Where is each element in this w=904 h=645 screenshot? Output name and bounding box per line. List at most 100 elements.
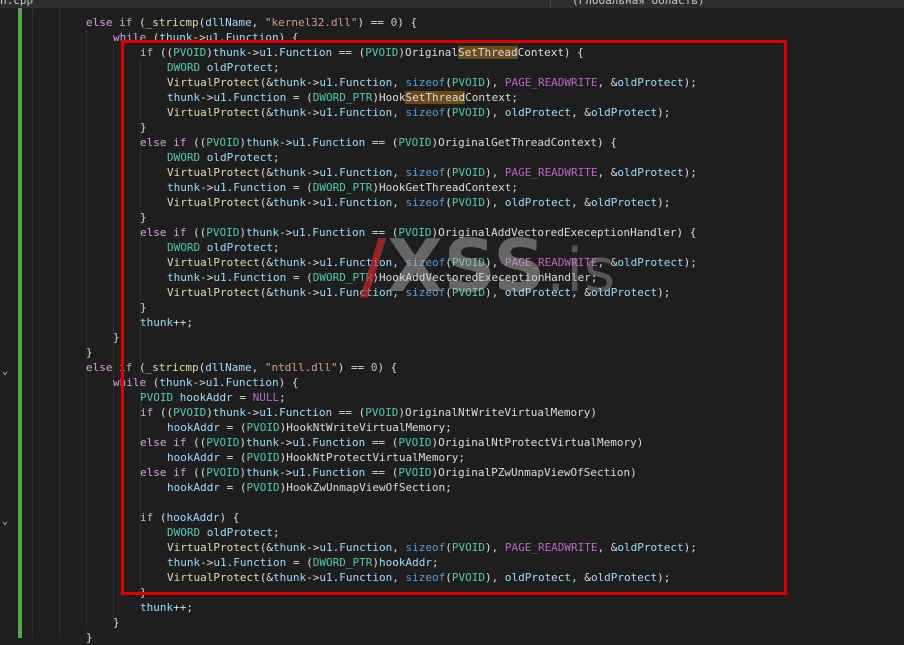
code-line[interactable]: thunk++; xyxy=(140,315,193,330)
code-line[interactable]: VirtualProtect(&thunk->u1.Function, size… xyxy=(167,255,697,270)
code-token: dllName xyxy=(205,16,252,29)
code-line[interactable]: else if ((PVOID)thunk->u1.Function == (P… xyxy=(140,225,696,240)
code-token: , & xyxy=(597,541,618,554)
code-token: , & xyxy=(571,196,591,209)
code-token: VirtualProtect xyxy=(167,256,260,269)
code-token: )HookNtProtectVirtualMemory; xyxy=(279,451,466,464)
code-line[interactable]: VirtualProtect(&thunk->u1.Function, size… xyxy=(167,75,697,90)
code-token: -> xyxy=(246,406,260,419)
code-token: u1 xyxy=(213,271,227,284)
code-token: ), xyxy=(484,256,505,269)
code-line[interactable]: } xyxy=(113,330,120,345)
code-line[interactable]: VirtualProtect(&thunk->u1.Function, size… xyxy=(167,195,670,210)
code-line[interactable]: hookAddr = (PVOID)HookZwUnmapViewOfSecti… xyxy=(167,480,452,495)
code-line[interactable]: } xyxy=(140,120,147,135)
code-token: ), xyxy=(484,106,505,119)
code-line[interactable]: VirtualProtect(&thunk->u1.Function, size… xyxy=(167,165,697,180)
code-line[interactable]: if ((PVOID)thunk->u1.Function == (PVOID)… xyxy=(140,45,584,60)
code-line[interactable]: thunk++; xyxy=(140,600,193,615)
code-editor[interactable]: else if (_stricmp(dllName, "kernel32.dll… xyxy=(0,0,904,644)
code-token: thunk xyxy=(272,106,307,119)
code-token: if xyxy=(140,511,154,524)
code-line[interactable]: } xyxy=(140,210,147,225)
code-token: (( xyxy=(186,466,207,479)
code-token: -> xyxy=(306,286,320,299)
code-token: u1 xyxy=(205,376,219,389)
indent-guide xyxy=(86,30,87,630)
code-line[interactable]: } xyxy=(140,585,147,600)
code-token: Function xyxy=(312,226,366,239)
code-token: PVOID xyxy=(246,481,280,494)
code-token: PVOID xyxy=(451,256,485,269)
code-token: -> xyxy=(200,271,214,284)
code-line[interactable]: VirtualProtect(&thunk->u1.Function, size… xyxy=(167,285,670,300)
code-line[interactable]: if (hookAddr) { xyxy=(140,510,239,525)
code-line[interactable]: VirtualProtect(&thunk->u1.Function, size… xyxy=(167,540,697,555)
code-token: PVOID xyxy=(451,106,485,119)
code-line[interactable]: VirtualProtect(&thunk->u1.Function, size… xyxy=(167,570,670,585)
code-line[interactable]: thunk->u1.Function = (DWORD_PTR)HookAddV… xyxy=(167,270,598,285)
code-token: . xyxy=(219,31,226,44)
code-token: -> xyxy=(200,181,214,194)
code-line[interactable]: } xyxy=(140,300,147,315)
code-line[interactable]: while (thunk->u1.Function) { xyxy=(113,375,298,390)
code-line[interactable]: } xyxy=(113,615,120,630)
code-token: while xyxy=(113,31,147,44)
code-line[interactable]: else if (_stricmp(dllName, "kernel32.dll… xyxy=(86,15,417,30)
code-token: u1 xyxy=(213,91,227,104)
code-token: } xyxy=(140,121,147,134)
code-line[interactable]: else if ((PVOID)thunk->u1.Function == (P… xyxy=(140,135,617,150)
code-token: (& xyxy=(259,286,273,299)
code-line[interactable]: thunk->u1.Function = (DWORD_PTR)HookSetT… xyxy=(167,90,518,105)
code-token: ; xyxy=(279,391,286,404)
code-token: else if xyxy=(86,16,133,29)
code-token: u1 xyxy=(292,226,306,239)
code-line[interactable]: hookAddr = (PVOID)HookNtProtectVirtualMe… xyxy=(167,450,465,465)
code-token: ) { xyxy=(278,376,299,389)
code-token: PVOID xyxy=(365,46,399,59)
code-token: ) xyxy=(239,436,246,449)
code-line[interactable]: DWORD oldProtect; xyxy=(167,240,280,255)
code-line[interactable]: else if ((PVOID)thunk->u1.Function == (P… xyxy=(140,465,637,480)
code-token: PVOID xyxy=(246,421,280,434)
code-token: ( xyxy=(445,196,452,209)
code-token: Function xyxy=(225,376,279,389)
code-line[interactable]: PVOID hookAddr = NULL; xyxy=(140,390,286,405)
code-line[interactable]: VirtualProtect(&thunk->u1.Function, size… xyxy=(167,105,670,120)
code-line[interactable]: DWORD oldProtect; xyxy=(167,525,280,540)
code-token: (& xyxy=(259,571,273,584)
code-token: sizeof xyxy=(405,166,446,179)
code-token: u1 xyxy=(319,286,333,299)
code-token: == ( xyxy=(365,466,399,479)
code-token: thunk xyxy=(272,196,307,209)
code-token: , & xyxy=(597,166,618,179)
code-line[interactable]: else if ((PVOID)thunk->u1.Function == (P… xyxy=(140,435,643,450)
code-line[interactable]: DWORD oldProtect; xyxy=(167,60,280,75)
code-token: hookAddr xyxy=(166,511,220,524)
code-token: )HookZwUnmapViewOfSection; xyxy=(279,481,452,494)
code-line[interactable]: DWORD oldProtect; xyxy=(167,150,280,165)
code-token: ++; xyxy=(173,601,193,614)
code-line[interactable]: hookAddr = (PVOID)HookNtWriteVirtualMemo… xyxy=(167,420,452,435)
code-token: == ( xyxy=(332,46,366,59)
code-token: DWORD_PTR xyxy=(312,556,373,569)
code-token: PVOID xyxy=(451,76,485,89)
code-token: if xyxy=(140,46,154,59)
code-token: u1 xyxy=(292,436,306,449)
code-line[interactable]: thunk->u1.Function = (DWORD_PTR)hookAddr… xyxy=(167,555,439,570)
code-token: ); xyxy=(683,166,697,179)
code-line[interactable]: else if (_stricmp(dllName, "ntdll.dll") … xyxy=(86,360,397,375)
code-line[interactable]: while (thunk->u1.Function) { xyxy=(113,30,298,45)
code-line[interactable]: thunk->u1.Function = (DWORD_PTR)HookGetT… xyxy=(167,180,518,195)
code-token: Function xyxy=(339,106,393,119)
code-token: thunk xyxy=(167,271,201,284)
code-token: = xyxy=(232,391,253,404)
code-line[interactable]: if ((PVOID)thunk->u1.Function == (PVOID)… xyxy=(140,405,597,420)
code-token: )OriginalGetThreadContext) { xyxy=(431,136,617,149)
code-token: (& xyxy=(259,256,273,269)
code-token: -> xyxy=(306,541,320,554)
code-token: oldProtect xyxy=(504,106,572,119)
code-line[interactable]: } xyxy=(86,345,93,360)
code-token: oldProtect xyxy=(504,571,572,584)
